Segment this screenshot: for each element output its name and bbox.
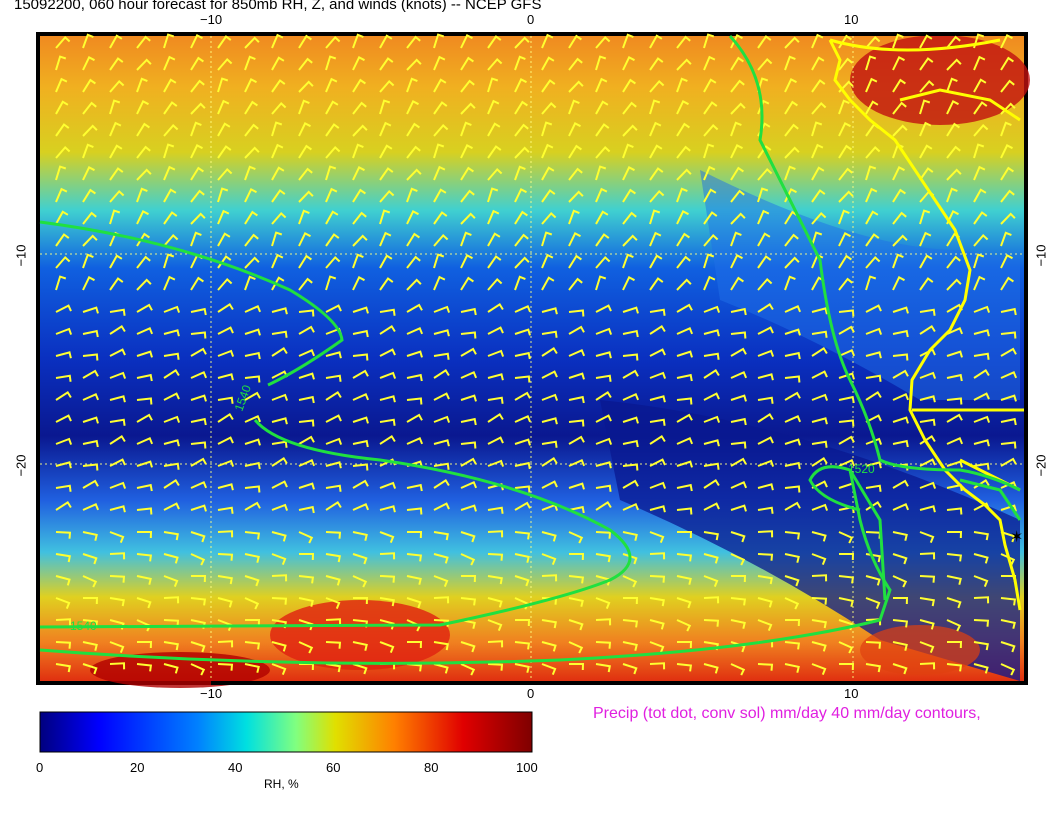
- contour-label-2: 1540: [70, 619, 97, 633]
- map-graphic: 1540 1540 1520 ✶: [36, 32, 1030, 753]
- precip-note: Precip (tot dot, conv sol) mm/day 40 mm/…: [593, 705, 981, 722]
- svg-text:✶: ✶: [1010, 529, 1023, 546]
- colorbar-tick-40: 40: [228, 760, 243, 775]
- colorbar-tick-60: 60: [326, 760, 341, 775]
- colorbar-tick-0: 0: [36, 760, 44, 775]
- colorbar: [39, 711, 533, 753]
- contour-label-3: 1520: [848, 462, 875, 476]
- colorbar-tick-20: 20: [130, 760, 145, 775]
- colorbar-tick-100: 100: [516, 760, 538, 775]
- colorbar-tick-80: 80: [424, 760, 439, 775]
- colorbar-label: RH, %: [264, 777, 299, 791]
